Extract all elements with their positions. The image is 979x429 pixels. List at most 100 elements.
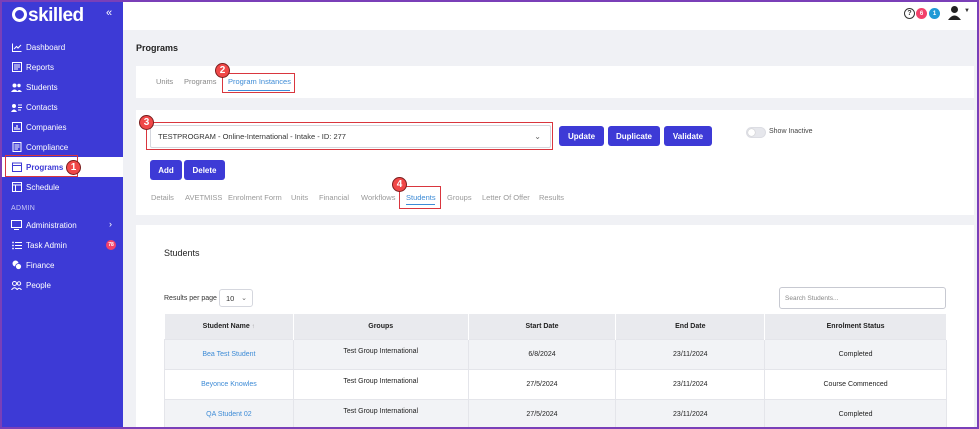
results-per-page-label: Results per page: [164, 295, 217, 302]
sidebar-item-label: Schedule: [26, 182, 60, 192]
column-header-end-date[interactable]: End Date: [615, 314, 766, 339]
sidebar-item-label: Dashboard: [26, 42, 66, 52]
page-title: Programs: [136, 43, 179, 53]
callout-box-2: [222, 73, 295, 93]
logo-text: skilled: [28, 5, 84, 26]
tab-programs[interactable]: Programs: [184, 77, 217, 86]
subtab-enrolment-form[interactable]: Enrolment Form: [228, 193, 282, 202]
sidebar: skilled « Dashboard Reports Students Con…: [0, 0, 123, 429]
user-menu-caret-icon[interactable]: ▼: [964, 8, 970, 14]
column-header-label: Student Name: [202, 322, 250, 330]
chart-line-icon: [11, 42, 22, 52]
sidebar-item-label: Finance: [26, 260, 55, 270]
sidebar-item-reports[interactable]: Reports: [0, 57, 123, 77]
sidebar-item-label: Administration: [26, 220, 77, 230]
duplicate-button[interactable]: Duplicate: [608, 126, 660, 146]
subtab-groups[interactable]: Groups: [447, 193, 472, 202]
collapse-sidebar-icon[interactable]: «: [106, 7, 112, 19]
callout-box-3: [146, 122, 553, 150]
callout-number-1: 1: [66, 160, 81, 175]
coins-icon: [11, 260, 22, 270]
callout-number-2: 2: [215, 63, 230, 78]
sidebar-item-finance[interactable]: Finance: [0, 255, 123, 275]
group-cell: Test Group International: [292, 398, 469, 429]
sort-arrow-icon[interactable]: ↑: [252, 324, 255, 330]
sidebar-item-label: People: [26, 280, 51, 290]
sidebar-item-label: Companies: [26, 122, 67, 132]
students-table: Student Name ↑ Groups Start Date End Dat…: [164, 314, 947, 429]
results-per-page-value: 10: [226, 293, 235, 303]
sidebar-item-students[interactable]: Students: [0, 77, 123, 97]
subtab-letter-of-offer[interactable]: Letter Of Offer: [482, 193, 530, 202]
eskilled-logo[interactable]: skilled: [12, 5, 84, 27]
callout-box-4: [399, 186, 441, 209]
sidebar-item-label: Compliance: [26, 142, 69, 152]
end-date-cell: 23/11/2024: [615, 398, 766, 429]
column-header-groups[interactable]: Groups: [293, 314, 469, 339]
subtab-details[interactable]: Details: [151, 193, 174, 202]
callout-number-4: 4: [392, 177, 407, 192]
student-name-link[interactable]: QA Student 02: [164, 398, 294, 429]
schedule-icon: [11, 182, 22, 192]
sidebar-item-task-admin[interactable]: Task Admin 78: [0, 235, 123, 255]
group-cell: Test Group International: [292, 368, 469, 400]
table-row: QA Student 02 Test Group International 2…: [164, 398, 947, 429]
update-button[interactable]: Update: [559, 126, 604, 146]
list-icon: [11, 240, 22, 250]
bar-chart-icon: [11, 122, 22, 132]
sidebar-item-administration[interactable]: Administration ›: [0, 215, 123, 235]
student-name-link[interactable]: Beyonce Knowles: [164, 368, 294, 400]
contact-card-icon: [11, 102, 22, 112]
subtab-units[interactable]: Units: [291, 193, 308, 202]
table-header-row: Student Name ↑ Groups Start Date End Dat…: [164, 314, 947, 339]
column-header-enrolment-status[interactable]: Enrolment Status: [764, 314, 947, 339]
start-date-cell: 6/8/2024: [467, 338, 617, 370]
subtab-workflows[interactable]: Workflows: [361, 193, 395, 202]
users-icon: [11, 82, 22, 92]
sidebar-item-label: Reports: [26, 62, 55, 72]
end-date-cell: 23/11/2024: [615, 368, 766, 400]
students-section-title: Students: [164, 248, 200, 258]
enrolment-status-cell: Course Commenced: [764, 368, 947, 400]
show-inactive-label: Show Inactive: [769, 128, 813, 135]
notification-badge-blue[interactable]: 1: [929, 8, 940, 19]
student-name-link[interactable]: Bea Test Student: [164, 338, 294, 370]
enrolment-status-cell: Completed: [764, 398, 947, 429]
column-header-start-date[interactable]: Start Date: [468, 314, 617, 339]
sidebar-item-compliance[interactable]: Compliance: [0, 137, 123, 157]
validate-button[interactable]: Validate: [664, 126, 712, 146]
group-cell: Test Group International: [292, 338, 469, 370]
people-icon: [11, 280, 22, 290]
notification-badge-red[interactable]: 6: [916, 8, 927, 19]
search-students-input[interactable]: [779, 287, 946, 309]
results-per-page-select[interactable]: 10 ⌄: [219, 289, 253, 307]
sidebar-item-contacts[interactable]: Contacts: [0, 97, 123, 117]
subtab-avetmiss[interactable]: AVETMISS: [185, 193, 222, 202]
top-bar: ? 6 1 ▼: [123, 0, 979, 30]
monitor-icon: [11, 220, 22, 230]
sidebar-item-label: Students: [26, 82, 58, 92]
sidebar-item-schedule[interactable]: Schedule: [0, 177, 123, 197]
column-header-student-name[interactable]: Student Name ↑: [164, 314, 294, 339]
chevron-right-icon: ›: [109, 219, 112, 229]
sidebar-item-companies[interactable]: Companies: [0, 117, 123, 137]
add-button[interactable]: Add: [150, 160, 182, 180]
tab-units[interactable]: Units: [156, 77, 173, 86]
document-icon: [11, 142, 22, 152]
report-icon: [11, 62, 22, 72]
subtab-results[interactable]: Results: [539, 193, 564, 202]
help-icon[interactable]: ?: [904, 8, 915, 19]
start-date-cell: 27/5/2024: [467, 368, 617, 400]
sidebar-item-people[interactable]: People: [0, 275, 123, 295]
subtab-financial[interactable]: Financial: [319, 193, 349, 202]
show-inactive-toggle[interactable]: [746, 127, 766, 138]
sidebar-section-admin: ADMIN: [11, 205, 36, 212]
table-row: Bea Test Student Test Group Internationa…: [164, 338, 947, 370]
start-date-cell: 27/5/2024: [467, 398, 617, 429]
delete-button[interactable]: Delete: [184, 160, 225, 180]
callout-number-3: 3: [139, 115, 154, 130]
user-avatar-icon[interactable]: [947, 5, 962, 22]
task-count-badge: 78: [106, 240, 116, 250]
end-date-cell: 23/11/2024: [615, 338, 766, 370]
sidebar-item-dashboard[interactable]: Dashboard: [0, 37, 123, 57]
